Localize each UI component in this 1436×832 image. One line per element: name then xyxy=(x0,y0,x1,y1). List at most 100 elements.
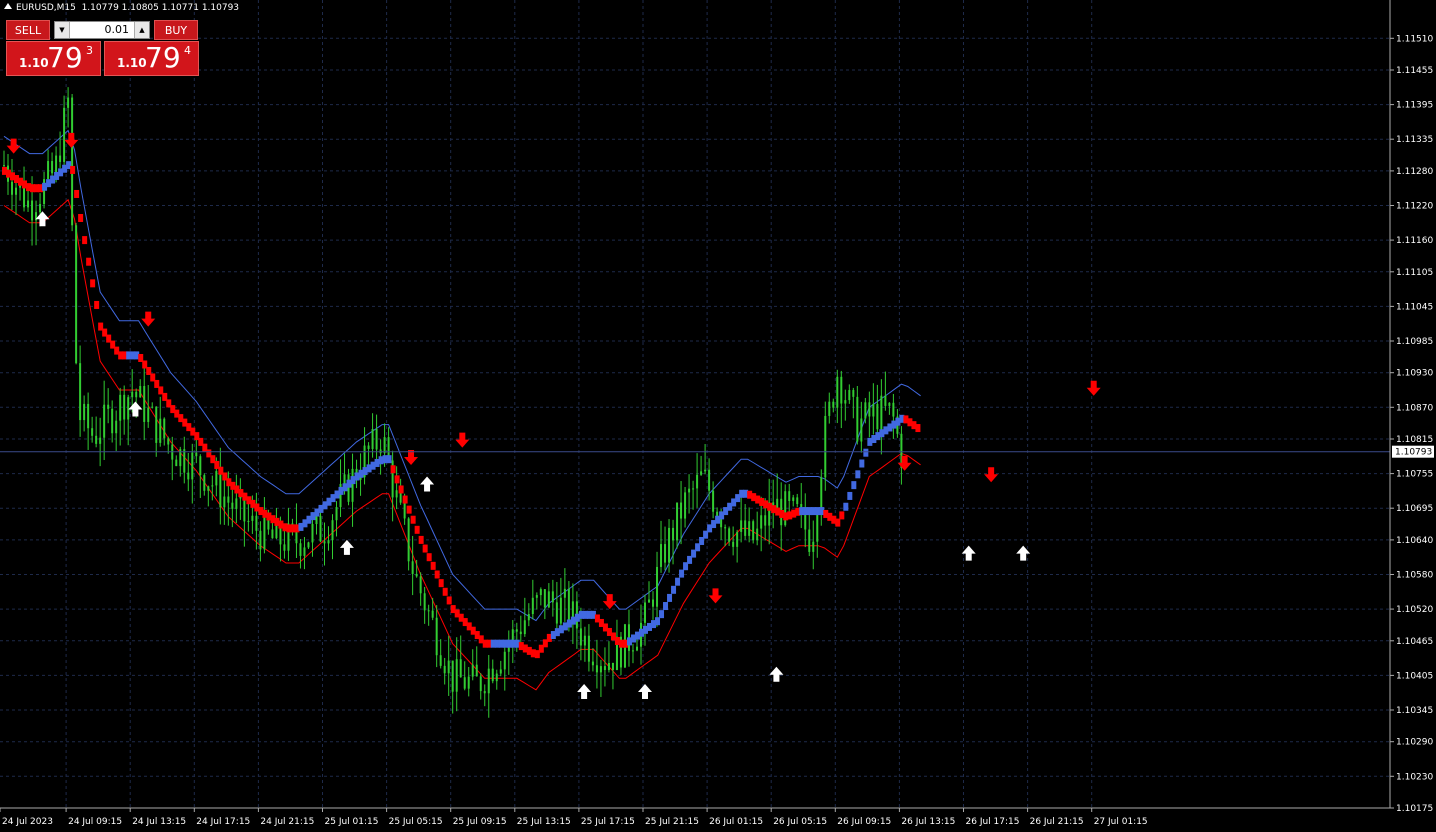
candle-body xyxy=(163,418,166,439)
candle-body xyxy=(712,490,715,512)
candle-body xyxy=(644,602,646,623)
lot-increase-icon[interactable]: ▲ xyxy=(134,22,149,38)
candle-body xyxy=(531,597,534,615)
candle-body xyxy=(479,676,482,692)
candle-body xyxy=(59,155,62,162)
candle-body xyxy=(459,659,462,678)
candle-body xyxy=(3,165,5,167)
candle-body xyxy=(443,665,446,674)
candle-body xyxy=(87,403,90,429)
lot-decrease-icon[interactable]: ▼ xyxy=(55,22,70,38)
candle-body xyxy=(311,524,314,543)
candle-body xyxy=(676,502,679,541)
x-tick-label: 26 Jul 09:15 xyxy=(837,817,891,827)
trend-segment xyxy=(386,455,392,464)
candle-body xyxy=(700,471,703,475)
candle-body xyxy=(303,547,306,556)
candle-body xyxy=(223,496,226,508)
candle-body xyxy=(191,452,194,480)
candle-body xyxy=(816,514,819,542)
trend-segment xyxy=(843,502,849,511)
buy-price-box[interactable]: 1.10 79 4 xyxy=(104,41,199,76)
candle-body xyxy=(447,660,450,674)
candle-body xyxy=(680,502,683,519)
trend-segment xyxy=(418,535,424,544)
x-tick-label: 26 Jul 17:15 xyxy=(966,817,1020,827)
candle-body xyxy=(587,635,590,662)
candle-body xyxy=(99,437,102,444)
trend-segment xyxy=(859,459,865,468)
x-tick-label: 24 Jul 09:15 xyxy=(68,817,122,827)
candle-body xyxy=(864,402,867,419)
y-tick-label: 1.11280 xyxy=(1396,167,1433,177)
candle-body xyxy=(876,403,879,430)
candle-body xyxy=(251,515,254,521)
candle-body xyxy=(672,527,675,541)
sell-price-box[interactable]: 1.10 79 3 xyxy=(6,41,101,76)
collapse-triangle-icon[interactable] xyxy=(4,3,12,9)
price-chart[interactable]: 1.11510 1.11455 1.11395 1.11335 1.11280 1.112… xyxy=(0,0,1436,832)
candle-body xyxy=(684,492,687,519)
trend-segment xyxy=(839,511,845,520)
candle-body xyxy=(848,390,851,401)
trend-segment xyxy=(655,617,661,626)
y-tick-label: 1.10345 xyxy=(1396,706,1433,716)
lot-size-field[interactable]: ▼ 0.01 ▲ xyxy=(54,21,150,39)
y-tick-label: 1.10290 xyxy=(1396,738,1433,748)
trend-segment xyxy=(915,424,921,433)
candle-body xyxy=(764,515,767,526)
candle-body xyxy=(828,401,831,416)
candle-body xyxy=(844,400,847,404)
y-tick-label: 1.10175 xyxy=(1396,804,1433,814)
sell-button[interactable]: SELL xyxy=(6,20,50,40)
candle-body xyxy=(159,418,162,443)
y-tick-label: 1.11510 xyxy=(1396,34,1433,44)
candle-body xyxy=(271,529,274,539)
candle-body xyxy=(155,406,158,443)
candle-body xyxy=(183,449,186,473)
candle-body xyxy=(668,527,671,563)
candle-body xyxy=(559,597,562,624)
candle-body xyxy=(107,404,110,409)
candle-body xyxy=(431,610,434,618)
candle-body xyxy=(423,593,426,611)
candle-body xyxy=(708,469,711,491)
trend-segment xyxy=(863,448,869,457)
x-tick-label: 26 Jul 01:15 xyxy=(709,817,763,827)
candle-body xyxy=(487,668,490,694)
lot-size-value[interactable]: 0.01 xyxy=(71,22,133,38)
trend-segment xyxy=(414,525,420,534)
chart-background xyxy=(0,0,1436,832)
candle-body xyxy=(219,471,222,508)
candle-body xyxy=(427,610,430,612)
trend-segment xyxy=(410,515,416,524)
candle-body xyxy=(231,502,234,509)
trend-segment xyxy=(847,491,853,500)
candle-body xyxy=(812,541,815,552)
candle-body xyxy=(888,402,891,406)
trend-segment xyxy=(82,236,88,245)
x-tick-label: 26 Jul 21:15 xyxy=(1030,817,1084,827)
trend-segment xyxy=(446,596,452,605)
candle-body xyxy=(724,527,727,529)
y-tick-label: 1.11045 xyxy=(1396,302,1433,312)
candle-body xyxy=(315,515,318,525)
buy-button[interactable]: BUY xyxy=(154,20,198,40)
candle-body xyxy=(351,468,354,502)
trend-segment xyxy=(851,481,857,490)
candle-body xyxy=(603,666,606,671)
y-tick-label: 1.10230 xyxy=(1396,772,1433,782)
candle-body xyxy=(207,486,210,491)
candle-body xyxy=(463,677,466,689)
x-tick-label: 25 Jul 09:15 xyxy=(453,817,507,827)
x-tick-label: 25 Jul 01:15 xyxy=(325,817,379,827)
candle-body xyxy=(551,591,554,603)
candle-body xyxy=(123,394,126,420)
candle-body xyxy=(335,507,338,521)
candle-body xyxy=(255,515,258,531)
candle-body xyxy=(872,403,875,417)
candle-body xyxy=(283,544,286,551)
x-tick-label: 25 Jul 13:15 xyxy=(517,817,571,827)
x-tick-label: 24 Jul 2023 xyxy=(2,817,53,827)
candle-body xyxy=(660,544,663,567)
